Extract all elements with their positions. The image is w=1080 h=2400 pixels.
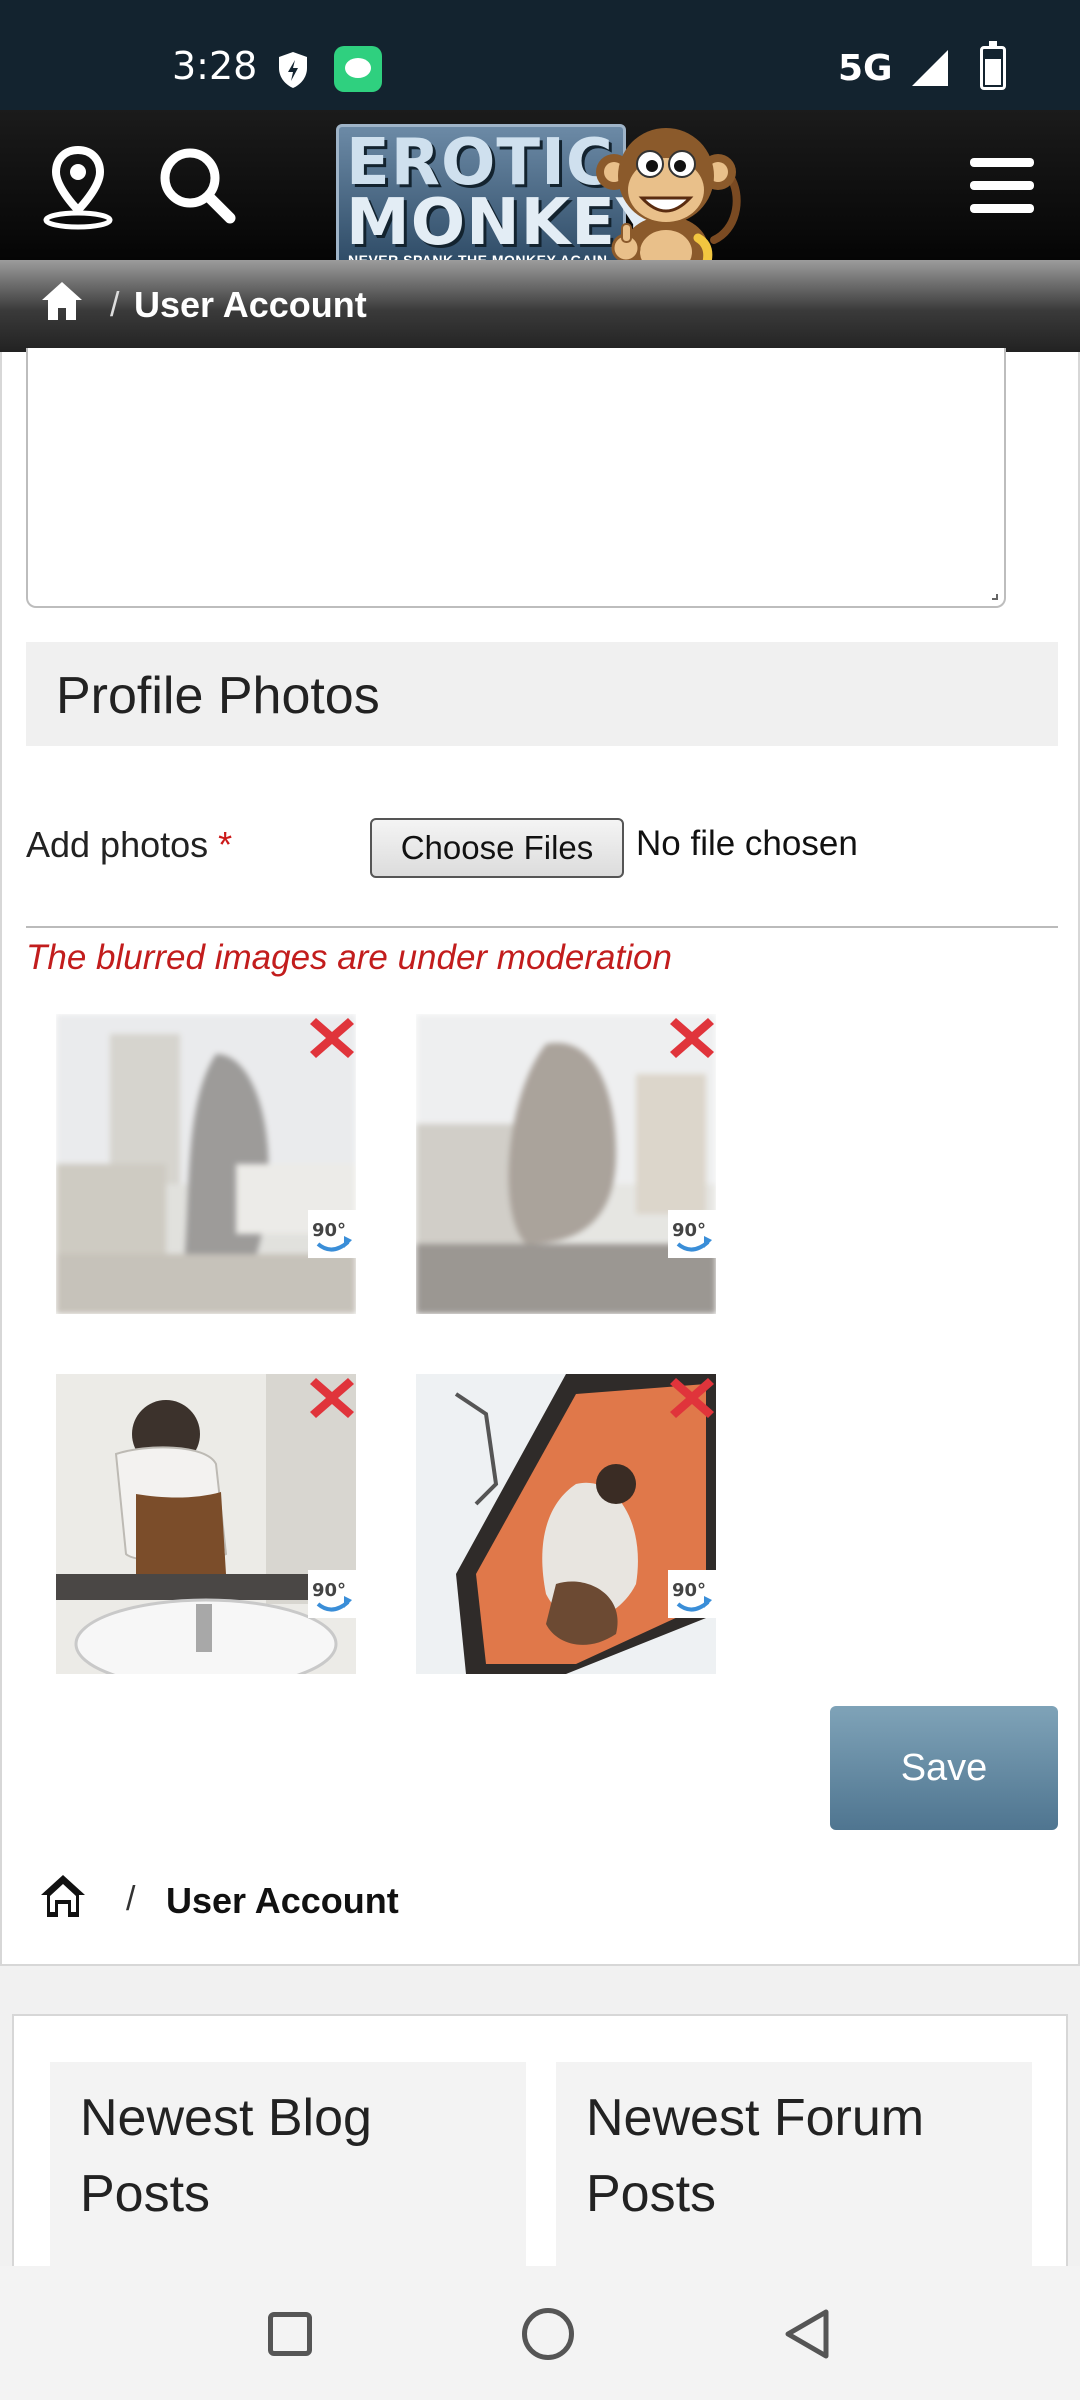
- photo-thumbnail[interactable]: 90°: [416, 1014, 716, 1314]
- delete-photo-icon[interactable]: [668, 1014, 716, 1062]
- status-time: 3:28: [172, 44, 258, 88]
- signal-strength-icon: [912, 50, 948, 86]
- add-photos-text: Add photos: [26, 824, 209, 865]
- delete-photo-icon[interactable]: [308, 1374, 356, 1422]
- account-form-panel: Profile Photos Add photos * Choose Files…: [0, 348, 1080, 1966]
- menu-bar: [970, 204, 1034, 213]
- system-navigation-bar: [0, 2266, 1080, 2400]
- status-bar: 3:28 5G: [0, 0, 1080, 110]
- hamburger-menu-icon[interactable]: [970, 158, 1034, 214]
- required-marker: *: [218, 824, 233, 865]
- breadcrumb-current: User Account: [166, 1880, 399, 1921]
- site-header: EROTIC MONKEY NEVER SPANK THE MONKEY AGA…: [0, 110, 1080, 283]
- breadcrumb-separator: /: [110, 286, 120, 324]
- svg-text:90°: 90°: [312, 1580, 346, 1601]
- home-button-icon[interactable]: [522, 2308, 574, 2360]
- site-logo[interactable]: EROTIC MONKEY NEVER SPANK THE MONKEY AGA…: [336, 120, 748, 283]
- breadcrumb-current: User Account: [134, 284, 367, 325]
- svg-text:90°: 90°: [672, 1220, 706, 1241]
- home-icon[interactable]: [38, 1872, 88, 1920]
- photo-thumbnail[interactable]: 90°: [56, 1014, 356, 1314]
- search-icon[interactable]: [156, 144, 236, 224]
- save-button[interactable]: Save: [830, 1706, 1058, 1830]
- messages-notification-icon: [334, 46, 382, 92]
- photo-thumbnail[interactable]: 90°: [416, 1374, 716, 1674]
- recent-apps-icon[interactable]: [268, 2312, 312, 2356]
- choose-files-button[interactable]: Choose Files: [370, 818, 624, 878]
- svg-text:90°: 90°: [312, 1220, 346, 1241]
- moderation-note: The blurred images are under moderation: [26, 938, 672, 977]
- widget-title: Newest Blog Posts: [80, 2089, 372, 2223]
- network-type: 5G: [838, 48, 893, 89]
- rotate-90-icon[interactable]: 90°: [668, 1570, 716, 1618]
- widget-title: Newest Forum Posts: [586, 2089, 925, 2223]
- resize-grip-icon[interactable]: [992, 594, 998, 600]
- add-photos-label: Add photos *: [26, 824, 232, 866]
- rotate-90-icon[interactable]: 90°: [308, 1210, 356, 1258]
- divider: [26, 926, 1058, 928]
- svg-text:90°: 90°: [672, 1580, 706, 1601]
- breadcrumb: / User Account: [0, 260, 1080, 352]
- location-pin-icon[interactable]: [40, 144, 116, 232]
- home-icon[interactable]: [38, 278, 86, 324]
- file-status: No file chosen: [636, 824, 858, 863]
- breadcrumb-separator: /: [126, 1880, 136, 1918]
- section-title: Profile Photos: [56, 667, 380, 725]
- shield-icon: [279, 52, 307, 88]
- rotate-90-icon[interactable]: 90°: [668, 1210, 716, 1258]
- footer-breadcrumb: / User Account: [2, 1872, 1078, 1962]
- delete-photo-icon[interactable]: [668, 1374, 716, 1422]
- delete-photo-icon[interactable]: [308, 1014, 356, 1062]
- profile-photos-header: Profile Photos: [26, 642, 1058, 746]
- profile-description-textarea[interactable]: [26, 348, 1006, 608]
- menu-bar: [970, 181, 1034, 190]
- photo-thumbnail[interactable]: 90°: [56, 1374, 356, 1674]
- menu-bar: [970, 158, 1034, 167]
- rotate-90-icon[interactable]: 90°: [308, 1570, 356, 1618]
- back-icon[interactable]: [780, 2306, 834, 2362]
- battery-icon: [980, 41, 1006, 90]
